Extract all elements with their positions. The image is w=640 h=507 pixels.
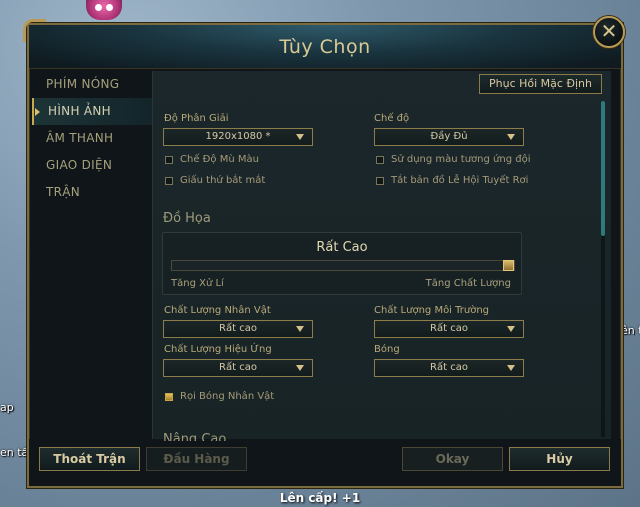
chevron-down-icon	[507, 326, 515, 332]
level-up-notice: Lên cấp! +1	[279, 491, 361, 505]
dialog-footer: Thoát Trận Đầu Hàng Okay Hủy	[29, 439, 621, 486]
resolution-value: 1920x1080 *	[205, 131, 271, 142]
resolution-select[interactable]: 1920x1080 *	[163, 128, 313, 146]
background-text: ap	[0, 401, 14, 414]
checkbox-box	[165, 392, 173, 401]
effects-quality-value: Rất cao	[219, 362, 257, 373]
festival-map-checkbox[interactable]: Tắt bản đồ Lễ Hội Tuyết Rơi	[376, 175, 528, 186]
background-text: ên t	[621, 324, 640, 337]
effects-quality-select[interactable]: Rất cao	[163, 359, 313, 377]
graphics-quality-value: Rất Cao	[316, 240, 368, 255]
checkbox-box	[165, 155, 173, 164]
sidebar-item-game[interactable]: TRẬN	[32, 179, 152, 206]
sidebar-item-interface[interactable]: GIAO DIỆN	[32, 152, 152, 179]
options-sidebar: PHÍM NÓNG HÌNH ẢNH ÂM THANH GIAO DIỆN TR…	[32, 71, 152, 413]
dialog-title-bar: Tùy Chọn	[29, 25, 621, 69]
colorblind-label: Chế Độ Mù Màu	[180, 154, 259, 165]
reset-defaults-button[interactable]: Phục Hồi Mặc Định	[479, 74, 602, 94]
surrender-button[interactable]: Đầu Hàng	[146, 447, 247, 471]
shadows-label: Bóng	[374, 344, 400, 355]
chevron-down-icon	[296, 326, 304, 332]
colorblind-checkbox[interactable]: Chế Độ Mù Màu	[165, 154, 259, 165]
graphics-quality-slider[interactable]	[171, 260, 515, 271]
champion-portrait	[86, 0, 122, 20]
environment-quality-label: Chất Lượng Môi Trường	[374, 305, 490, 316]
festival-map-label: Tắt bản đồ Lễ Hội Tuyết Rơi	[391, 175, 529, 186]
cancel-button[interactable]: Hủy	[509, 447, 610, 471]
checkbox-box	[376, 176, 384, 185]
hide-eye-candy-label: Giấu thứ bắt mắt	[180, 175, 266, 186]
mode-label: Chế độ	[374, 113, 410, 124]
slider-right-label: Tăng Chất Lượng	[425, 278, 511, 289]
mode-select[interactable]: Đầy Đủ	[374, 128, 524, 146]
environment-quality-value: Rất cao	[430, 323, 468, 334]
slider-left-label: Tăng Xử Lí	[171, 278, 224, 289]
dialog-title: Tùy Chọn	[279, 36, 371, 58]
shadows-select[interactable]: Rất cao	[374, 359, 524, 377]
close-icon[interactable]: ✕	[593, 16, 625, 48]
shadows-value: Rất cao	[430, 362, 468, 373]
resolution-label: Độ Phân Giải	[164, 113, 229, 124]
checkbox-box	[376, 155, 384, 164]
sidebar-item-sound[interactable]: ÂM THANH	[32, 125, 152, 152]
character-shadows-checkbox[interactable]: Rọi Bóng Nhân Vật	[165, 391, 274, 402]
character-quality-value: Rất cao	[219, 323, 257, 334]
team-colors-label: Sử dụng màu tương ứng đội	[391, 154, 531, 165]
advanced-section-title: Nâng Cao	[163, 432, 227, 441]
chevron-down-icon	[507, 134, 515, 140]
slider-handle[interactable]	[503, 260, 514, 271]
effects-quality-label: Chất Lượng Hiệu Ứng	[164, 344, 272, 355]
chevron-down-icon	[296, 365, 304, 371]
character-quality-select[interactable]: Rất cao	[163, 320, 313, 338]
hide-eye-candy-checkbox[interactable]: Giấu thứ bắt mắt	[165, 175, 265, 186]
exit-match-button[interactable]: Thoát Trận	[39, 447, 140, 471]
sidebar-item-hotkeys[interactable]: PHÍM NÓNG	[32, 71, 152, 98]
character-quality-label: Chất Lượng Nhân Vật	[164, 305, 271, 316]
slider-fill	[172, 261, 503, 270]
okay-button[interactable]: Okay	[402, 447, 503, 471]
chevron-down-icon	[296, 134, 304, 140]
mode-value: Đầy Đủ	[430, 131, 468, 142]
checkbox-box	[165, 176, 173, 185]
environment-quality-select[interactable]: Rất cao	[374, 320, 524, 338]
scrollbar-thumb[interactable]	[601, 101, 605, 236]
chevron-down-icon	[507, 365, 515, 371]
graphics-quality-panel: Rất Cao Tăng Xử Lí Tăng Chất Lượng	[162, 232, 522, 295]
team-colors-checkbox[interactable]: Sử dụng màu tương ứng đội	[376, 154, 531, 165]
sidebar-item-video[interactable]: HÌNH ẢNH	[32, 98, 152, 125]
graphics-section-title: Đồ Họa	[163, 211, 211, 226]
character-shadows-label: Rọi Bóng Nhân Vật	[180, 391, 275, 402]
